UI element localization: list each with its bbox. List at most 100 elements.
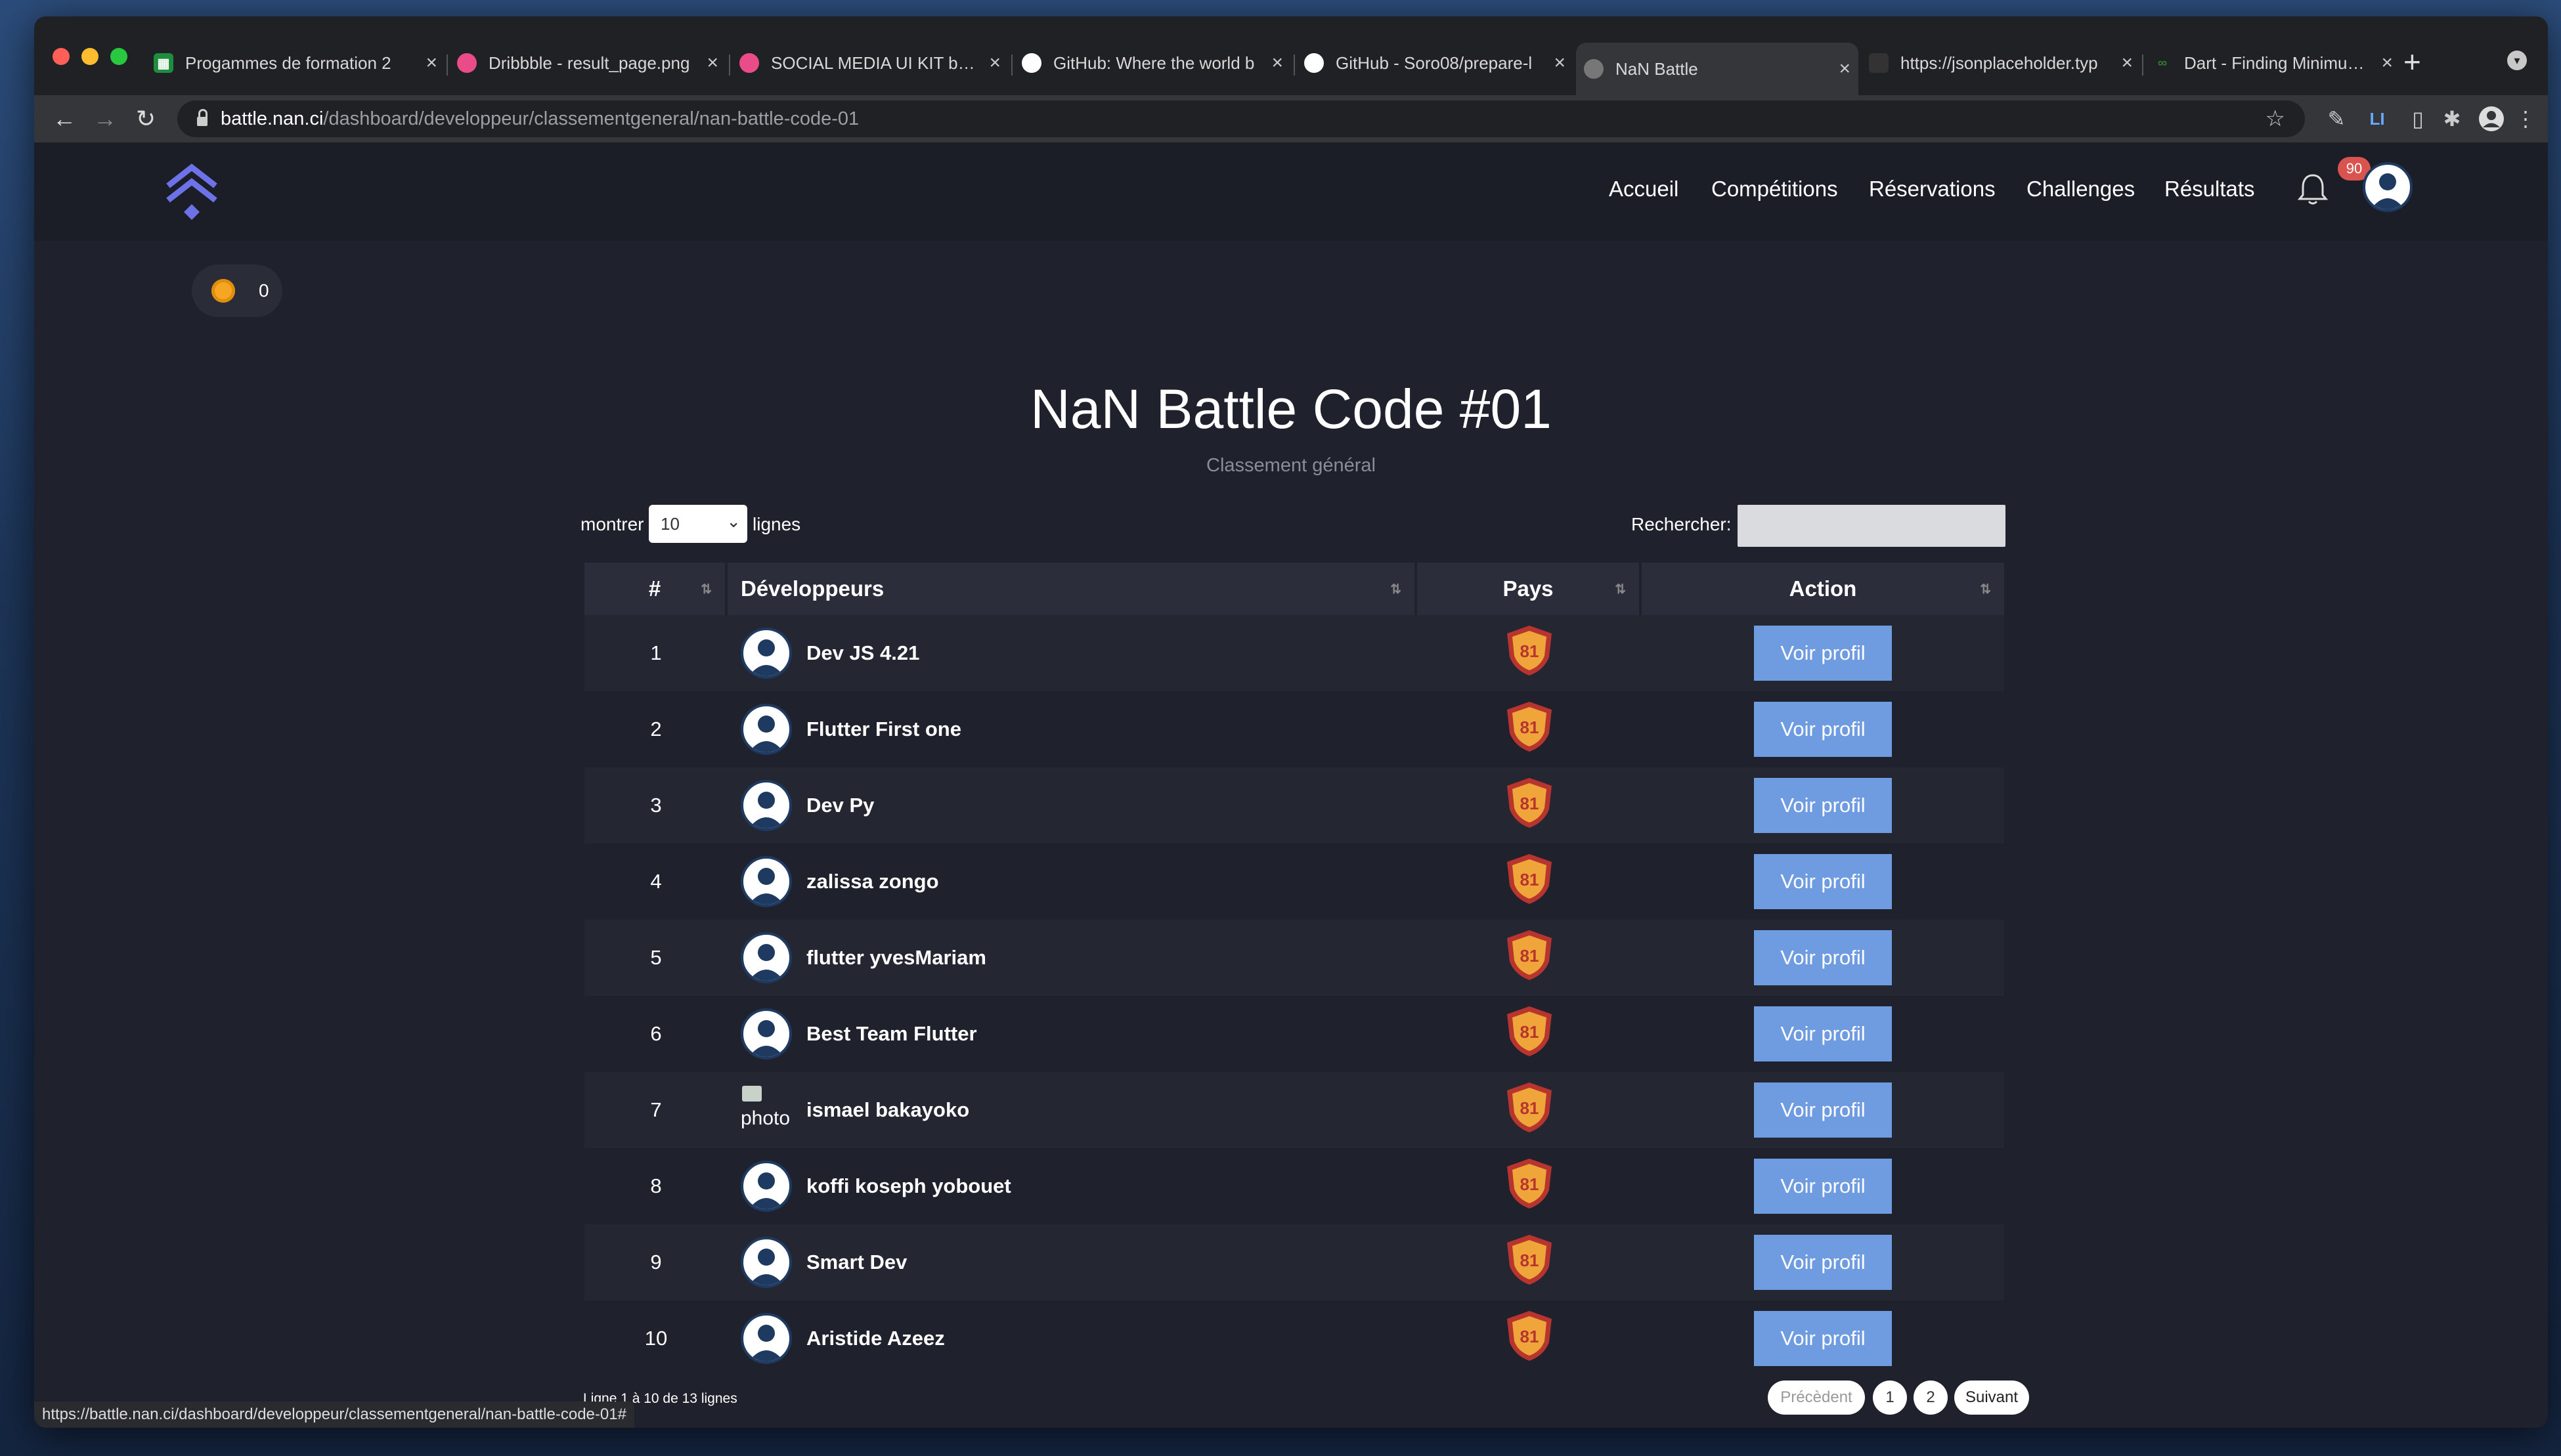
browser-tab[interactable]: https://jsonplaceholder.typ ×	[1861, 43, 2141, 83]
country-badge-icon: 81	[1503, 699, 1556, 760]
developer-name: Flutter First one	[806, 717, 961, 740]
nav-reservations[interactable]: Réservations	[1869, 177, 1996, 202]
close-window-button[interactable]	[53, 48, 70, 65]
table-header: # ⇅ Développeurs ⇅ Pays ⇅ Action ⇅	[584, 563, 2004, 615]
page-1-button[interactable]: 1	[1873, 1381, 1907, 1415]
svg-text:81: 81	[1520, 1251, 1539, 1270]
view-profile-button[interactable]: Voir profil	[1754, 778, 1892, 833]
page-2-button[interactable]: 2	[1914, 1381, 1948, 1415]
browser-menu-icon[interactable]: ⋮	[2511, 104, 2540, 133]
column-header-developers[interactable]: Développeurs ⇅	[728, 563, 1417, 615]
extensions-puzzle-icon[interactable]: ✱	[2438, 104, 2466, 133]
close-tab-icon[interactable]: ×	[989, 52, 1001, 74]
extension-li-icon[interactable]: LI	[2363, 104, 2392, 133]
page-content: Accueil Compétitions Réservations Challe…	[34, 142, 2548, 1428]
next-page-button[interactable]: Suivant	[1954, 1381, 2029, 1415]
page-title: NaN Battle Code #01	[1030, 378, 1552, 440]
browser-tab[interactable]: Dribbble - result_page.png ×	[449, 43, 726, 83]
developer-cell: photo ismael bakayoko	[728, 1084, 1417, 1136]
browser-tab[interactable]: ∞ Dart - Finding Minimum an ×	[2145, 43, 2401, 83]
developer-name: Dev JS 4.21	[806, 641, 920, 664]
country-badge-icon: 81	[1503, 1080, 1556, 1140]
maximize-window-button[interactable]	[110, 48, 127, 65]
close-tab-icon[interactable]: ×	[1554, 52, 1565, 74]
developer-avatar	[741, 628, 792, 679]
view-profile-button[interactable]: Voir profil	[1754, 1311, 1892, 1366]
column-header-rank[interactable]: # ⇅	[584, 563, 728, 615]
browser-tab[interactable]: SOCIAL MEDIA UI KIT by J ×	[732, 43, 1009, 83]
developer-cell: Best Team Flutter	[728, 1008, 1417, 1060]
table-row: 10 Aristide Azeez 81 Voir profil	[584, 1300, 2004, 1377]
close-tab-icon[interactable]: ×	[426, 52, 437, 74]
browser-tab[interactable]: ▦ Progammes de formation 2 ×	[146, 43, 445, 83]
svg-text:81: 81	[1520, 1174, 1539, 1194]
view-profile-button[interactable]: Voir profil	[1754, 626, 1892, 681]
forward-button[interactable]: →	[89, 103, 121, 135]
developer-avatar	[741, 1237, 792, 1288]
country-badge-icon: 81	[1503, 775, 1556, 836]
developer-avatar	[741, 932, 792, 983]
country-cell: 81	[1417, 1232, 1642, 1293]
column-header-action[interactable]: Action ⇅	[1642, 563, 2004, 615]
nav-accueil[interactable]: Accueil	[1609, 177, 1678, 202]
nav-resultats[interactable]: Résultats	[2164, 177, 2255, 202]
table-row: 9 Smart Dev 81 Voir profil	[584, 1224, 2004, 1300]
back-button[interactable]: ←	[49, 103, 80, 135]
globe-icon	[1584, 59, 1604, 79]
profile-icon[interactable]	[2477, 104, 2506, 133]
nav-competitions[interactable]: Compétitions	[1711, 177, 1838, 202]
table-row: 6 Best Team Flutter 81 Voir profil	[584, 996, 2004, 1072]
browser-tab[interactable]: GitHub: Where the world b ×	[1014, 43, 1291, 83]
sort-icon: ⇅	[701, 582, 712, 597]
coin-balance: 0	[192, 265, 282, 317]
github-icon	[1304, 53, 1324, 73]
user-avatar[interactable]	[2363, 162, 2413, 212]
rank-cell: 3	[650, 794, 662, 817]
close-tab-icon[interactable]: ×	[2381, 52, 2393, 74]
view-profile-button[interactable]: Voir profil	[1754, 1082, 1892, 1138]
country-cell: 81	[1417, 851, 1642, 912]
nav-challenges[interactable]: Challenges	[2026, 177, 2135, 202]
browser-toolbar: ← → ↻ battle.nan.ci /dashboard/developpe…	[34, 95, 2548, 142]
view-profile-button[interactable]: Voir profil	[1754, 930, 1892, 985]
browser-window: ▦ Progammes de formation 2 × Dribbble - …	[34, 16, 2548, 1428]
view-profile-button[interactable]: Voir profil	[1754, 702, 1892, 757]
close-tab-icon[interactable]: ×	[707, 52, 718, 74]
tab-search-icon[interactable]: ▾	[2507, 51, 2527, 70]
view-profile-button[interactable]: Voir profil	[1754, 1235, 1892, 1290]
mobile-extension-icon[interactable]: ▯	[2403, 104, 2432, 133]
lines-label: lignes	[753, 514, 801, 534]
search-input[interactable]	[1738, 505, 2005, 547]
developer-cell: flutter yvesMariam	[728, 932, 1417, 983]
table-row: 5 flutter yvesMariam 81 Voir profil	[584, 920, 2004, 996]
close-tab-icon[interactable]: ×	[1839, 58, 1850, 80]
new-tab-button[interactable]: +	[2403, 44, 2421, 79]
page-size-select[interactable]: 10 ⌄	[649, 505, 747, 543]
previous-page-button[interactable]: Précèdent	[1768, 1381, 1865, 1415]
view-profile-button[interactable]: Voir profil	[1754, 854, 1892, 909]
column-header-country[interactable]: Pays ⇅	[1417, 563, 1642, 615]
country-cell: 81	[1417, 928, 1642, 988]
status-bar-url: https://battle.nan.ci/dashboard/developp…	[34, 1402, 634, 1428]
close-tab-icon[interactable]: ×	[1271, 52, 1283, 74]
close-tab-icon[interactable]: ×	[2121, 52, 2133, 74]
pen-extension-icon[interactable]: ✎	[2322, 104, 2351, 133]
svg-text:81: 81	[1520, 641, 1539, 661]
browser-tab[interactable]: GitHub - Soro08/prepare-l ×	[1296, 43, 1573, 83]
rank-cell: 6	[650, 1022, 662, 1045]
rank-cell: 8	[650, 1174, 662, 1197]
rank-cell: 1	[650, 641, 662, 664]
chevron-down-icon: ⌄	[726, 511, 741, 531]
table-row: 7 photo ismael bakayoko 81 Voir profil	[584, 1072, 2004, 1148]
address-bar[interactable]: battle.nan.ci /dashboard/developpeur/cla…	[177, 100, 2305, 137]
notification-bell-icon[interactable]	[2293, 170, 2332, 209]
view-profile-button[interactable]: Voir profil	[1754, 1159, 1892, 1214]
bookmark-star-icon[interactable]: ☆	[2266, 106, 2285, 132]
browser-tab-active[interactable]: NaN Battle ×	[1576, 43, 1858, 95]
action-cell: Voir profil	[1642, 1311, 2004, 1366]
action-cell: Voir profil	[1642, 1082, 2004, 1138]
nan-logo-icon[interactable]	[164, 162, 219, 225]
view-profile-button[interactable]: Voir profil	[1754, 1006, 1892, 1061]
minimize-window-button[interactable]	[81, 48, 98, 65]
reload-button[interactable]: ↻	[130, 103, 162, 135]
